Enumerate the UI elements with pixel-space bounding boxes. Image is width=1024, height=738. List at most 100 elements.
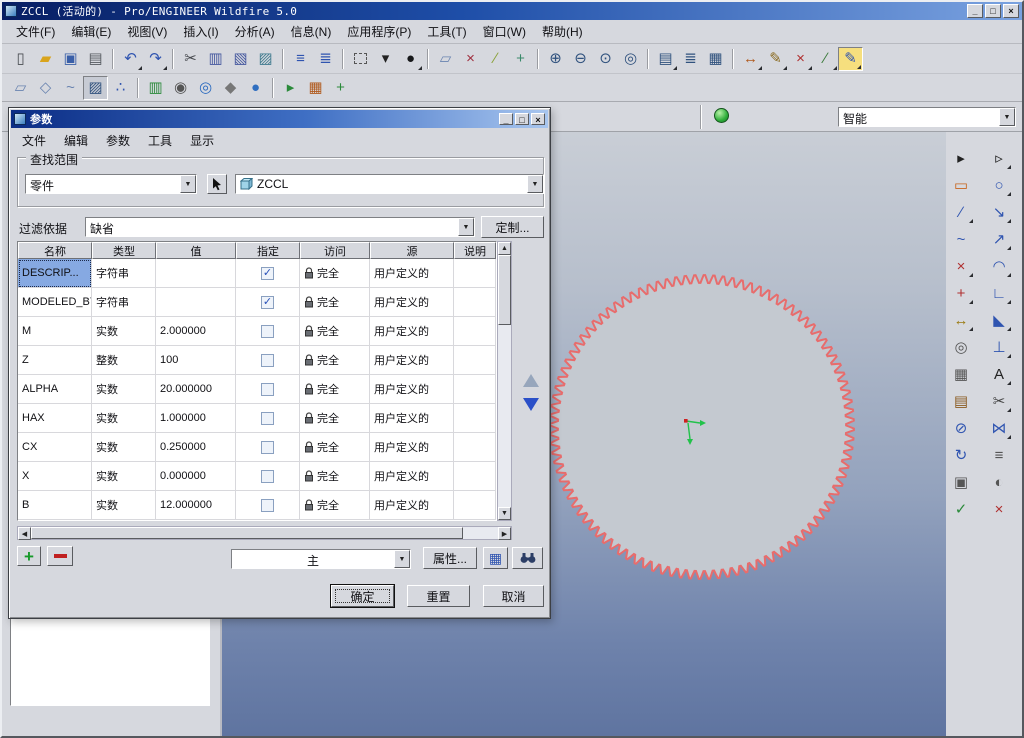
mirror-icon[interactable]: ⋈ (987, 416, 1012, 440)
vertical-scroll-thumb[interactable] (498, 255, 511, 325)
chevron-down-icon[interactable]: ▼ (458, 218, 474, 236)
spline-icon[interactable]: ~ (949, 227, 974, 251)
checkbox-unchecked-icon[interactable] (261, 498, 274, 512)
checkbox-unchecked-icon[interactable] (261, 440, 274, 454)
arc-icon[interactable]: ◠ (987, 254, 1012, 278)
offset-edge-icon[interactable]: ↗ (987, 227, 1012, 251)
look-in-type-combo[interactable]: 零件 ▼ (25, 174, 197, 194)
dialog-maximize-button[interactable]: □ (515, 113, 529, 125)
checkbox-checked-icon[interactable]: ✓ (261, 295, 274, 309)
scroll-down-icon[interactable]: ▼ (498, 507, 511, 520)
close-section-icon[interactable]: ▣ (949, 470, 974, 494)
reset-button[interactable]: 重置 (407, 585, 470, 607)
redo-icon[interactable]: ↷ (143, 47, 168, 71)
window-close-button[interactable]: × (1003, 4, 1019, 18)
dimension-tool-icon[interactable]: ↔ (738, 47, 763, 71)
menubar-item-3[interactable]: 插入(I) (175, 20, 226, 43)
dialog-menu-item-3[interactable]: 工具 (139, 130, 181, 151)
column-header-3[interactable]: 指定 (236, 242, 300, 259)
rotate-resize-icon[interactable]: ↻ (949, 443, 974, 467)
column-header-0[interactable]: 名称 (18, 242, 92, 259)
table-row[interactable]: DESCRIP... 字符串 ✓ 完全 用户定义的 (18, 259, 496, 288)
param-value-cell[interactable]: 0.250000 (156, 433, 236, 462)
axis-tool-icon[interactable]: ∕ (813, 47, 838, 71)
datum-curve-icon[interactable]: ~ (58, 76, 83, 100)
zoom-in-icon[interactable]: ⊕ (543, 47, 568, 71)
sketch-tool-icon[interactable]: ✎ (838, 46, 863, 71)
param-name-cell[interactable]: Z (18, 346, 92, 375)
window-titlebar[interactable]: ZCCL (活动的) - Pro/ENGINEER Wildfire 5.0 _… (2, 2, 1022, 20)
table-horizontal-scrollbar[interactable]: ◀ ▶ (17, 526, 512, 540)
copy-icon[interactable]: ▥ (203, 47, 228, 71)
saved-views-icon[interactable]: ▤ (653, 47, 678, 71)
point-icon[interactable]: × (949, 254, 974, 278)
selection-filter-combo[interactable]: 智能 ▼ (838, 107, 1016, 127)
mapkey-play-icon[interactable]: ▸ (278, 76, 303, 100)
menubar-item-7[interactable]: 工具(T) (419, 20, 474, 43)
paste-special-icon[interactable]: ▨ (253, 47, 278, 71)
dialog-menu-item-4[interactable]: 显示 (181, 130, 223, 151)
modify-icon[interactable]: ◎ (949, 335, 974, 359)
use-edge-icon[interactable]: ↘ (987, 200, 1012, 224)
param-name-cell[interactable]: DESCRIP... (18, 259, 92, 288)
refit-icon[interactable]: ⊙ (593, 47, 618, 71)
divide-icon[interactable]: ⊘ (949, 416, 974, 440)
table-row[interactable]: B 实数 12.000000 完全 用户定义的 (18, 491, 496, 520)
model-combo[interactable]: ZCCL ▼ (235, 174, 544, 194)
quit-icon[interactable]: × (987, 497, 1012, 521)
model-tree-box[interactable] (10, 618, 210, 706)
param-name-cell[interactable]: CX (18, 433, 92, 462)
auto-regenerate-icon[interactable]: ≣ (313, 47, 338, 71)
csys-point-icon[interactable]: + (949, 281, 974, 305)
earth-icon[interactable]: ● (243, 76, 268, 100)
chamfer-icon[interactable]: ◣ (987, 308, 1012, 332)
move-row-up-button[interactable] (523, 374, 539, 387)
param-value-cell[interactable]: 2.000000 (156, 317, 236, 346)
dialog-menu-item-1[interactable]: 编辑 (55, 130, 97, 151)
dialog-menu-item-2[interactable]: 参数 (97, 130, 139, 151)
menubar-item-5[interactable]: 信息(N) (283, 20, 340, 43)
properties-button[interactable]: 属性... (423, 547, 477, 569)
line-icon[interactable]: ∕ (949, 200, 974, 224)
table-row[interactable]: ALPHA 实数 20.000000 完全 用户定义的 (18, 375, 496, 404)
undo-icon[interactable]: ↶ (118, 47, 143, 71)
chevron-down-icon[interactable]: ▼ (394, 550, 410, 568)
spin-center-icon[interactable]: + (328, 76, 353, 100)
column-header-5[interactable]: 源 (370, 242, 454, 259)
print-icon[interactable]: ▤ (83, 47, 108, 71)
checkbox-unchecked-icon[interactable] (261, 324, 274, 338)
reorient-icon[interactable]: ◎ (618, 47, 643, 71)
select-mode-icon[interactable]: ▹ (987, 146, 1012, 170)
window-minimize-button[interactable]: _ (967, 4, 983, 18)
param-name-cell[interactable]: HAX (18, 404, 92, 433)
analysis-icon[interactable]: ▥ (143, 76, 168, 100)
dimension-icon[interactable]: ↔ (949, 308, 974, 332)
column-header-6[interactable]: 说明 (454, 242, 496, 259)
add-parameter-button[interactable]: + (17, 546, 41, 566)
trim-icon[interactable]: ✂ (987, 389, 1012, 413)
filter-combo[interactable]: 缺省 ▼ (85, 217, 475, 237)
open-folder-icon[interactable]: ▰ (33, 47, 58, 71)
grid-icon[interactable]: ▦ (949, 362, 974, 386)
remove-parameter-button[interactable] (47, 546, 73, 566)
scroll-left-icon[interactable]: ◀ (18, 527, 31, 540)
table-row[interactable]: X 实数 0.000000 完全 用户定义的 (18, 462, 496, 491)
shade-section-icon[interactable]: ◐ (987, 470, 1012, 494)
model-player-icon[interactable]: ◉ (168, 76, 193, 100)
scroll-right-icon[interactable]: ▶ (498, 527, 511, 540)
save-icon[interactable]: ▣ (58, 47, 83, 71)
chevron-down-icon[interactable]: ▼ (180, 175, 196, 193)
datum-axis-icon[interactable]: ◇ (33, 76, 58, 100)
datum-point-icon[interactable]: ∴ (108, 76, 133, 100)
done-icon[interactable]: ✓ (949, 497, 974, 521)
param-name-cell[interactable]: MODELED_BY (18, 288, 92, 317)
datum-point-toggle-icon[interactable]: × (458, 47, 483, 71)
paste-icon[interactable]: ▧ (228, 47, 253, 71)
find-button[interactable] (512, 547, 543, 569)
param-value-cell[interactable]: 100 (156, 346, 236, 375)
datum-plane-icon[interactable]: ▱ (8, 76, 33, 100)
menubar-item-8[interactable]: 窗口(W) (475, 20, 534, 43)
circle-icon[interactable]: ○ (987, 173, 1012, 197)
new-file-icon[interactable]: ▯ (8, 47, 33, 71)
table-row[interactable]: MODELED_BY 字符串 ✓ 完全 用户定义的 (18, 288, 496, 317)
